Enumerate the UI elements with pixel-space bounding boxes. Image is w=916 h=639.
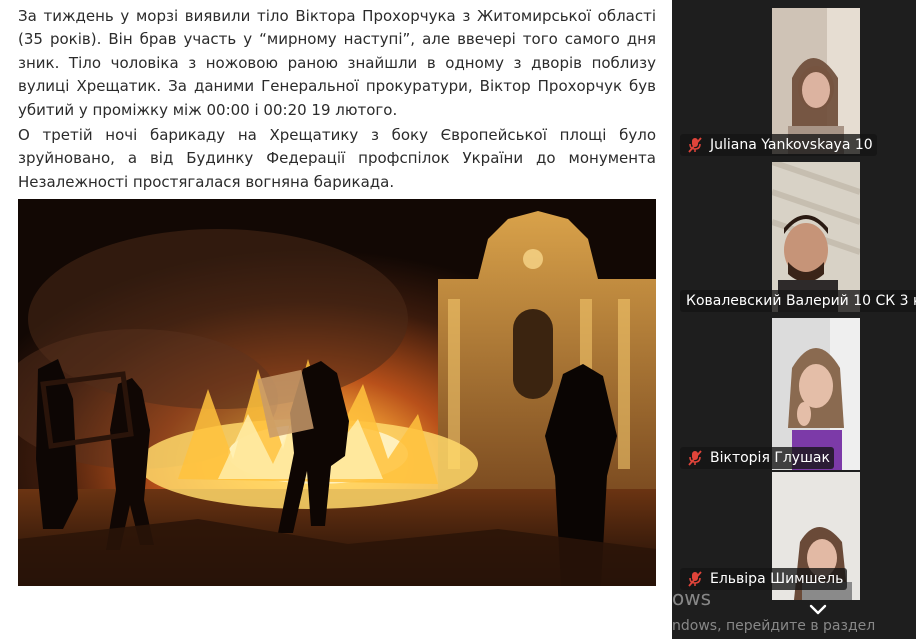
chevron-down-icon[interactable] xyxy=(806,599,830,619)
article-paragraph-1: За тиждень у морзі виявили тіло Віктора … xyxy=(18,7,656,119)
document-page: За тиждень у морзі виявили тіло Віктора … xyxy=(0,0,672,639)
activation-watermark-line-1: ows xyxy=(672,586,712,610)
barricade-fire-photo xyxy=(18,199,656,586)
participant-name: Juliana Yankovskaya 10 xyxy=(710,137,873,153)
mic-muted-icon xyxy=(688,137,702,153)
participant-name-tag: Вікторія Глушак xyxy=(680,447,834,469)
mic-muted-icon xyxy=(688,450,702,466)
participant-name-tag: Ковалевский Валерий 10 СК 3 к xyxy=(680,290,916,312)
video-call-panel: Juliana Yankovskaya 10 Ковалевский Валер… xyxy=(672,0,916,639)
activation-watermark-line-2: ndows, перейдите в раздел xyxy=(672,618,876,634)
article-paragraph-2: О третій ночі барикаду на Хрещатику з бо… xyxy=(18,126,656,191)
participant-name: Вікторія Глушак xyxy=(710,450,830,466)
participant-video-tile[interactable] xyxy=(772,8,860,154)
participant-name: Ельвіра Шимшель xyxy=(710,571,844,587)
participant-name: Ковалевский Валерий 10 СК 3 к xyxy=(686,293,916,309)
mic-muted-icon xyxy=(688,571,702,587)
participant-name-tag: Juliana Yankovskaya 10 xyxy=(680,134,877,156)
